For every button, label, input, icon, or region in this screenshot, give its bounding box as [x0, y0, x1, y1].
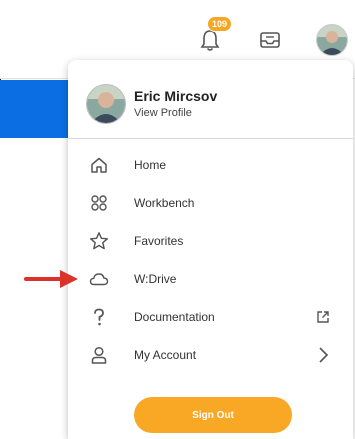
menu-label-my-account: My Account — [134, 348, 197, 362]
menu-label-home: Home — [134, 158, 167, 172]
menu-item-wdrive[interactable]: W:Drive — [68, 262, 353, 296]
workbench-icon — [88, 192, 110, 214]
sign-out-button[interactable]: Sign Out — [134, 397, 292, 433]
notification-badge: 109 — [207, 16, 233, 32]
menu-divider — [68, 138, 353, 139]
user-icon — [88, 344, 110, 366]
menu-item-documentation[interactable]: Documentation — [68, 300, 353, 334]
menu-label-documentation: Documentation — [134, 310, 215, 324]
question-icon — [88, 306, 110, 328]
chevron-right-icon[interactable] — [315, 347, 331, 363]
star-icon — [88, 230, 110, 252]
menu-item-home[interactable]: Home — [68, 148, 353, 182]
profile-name: Eric Mircsov — [134, 88, 218, 104]
red-arrow-annotation — [24, 270, 78, 288]
cloud-icon — [88, 268, 110, 290]
menu-label-favorites: Favorites — [134, 234, 184, 248]
view-profile-link[interactable]: View Profile — [134, 107, 192, 119]
top-avatar[interactable] — [316, 24, 348, 56]
page-header-band — [0, 80, 70, 138]
profile-avatar[interactable] — [86, 84, 126, 124]
home-icon — [88, 154, 110, 176]
menu-item-favorites[interactable]: Favorites — [68, 224, 353, 258]
menu-item-workbench[interactable]: Workbench — [68, 186, 353, 220]
inbox-icon[interactable] — [258, 29, 282, 51]
profile-menu-panel: Eric Mircsov View Profile Home Workbench — [68, 60, 353, 439]
external-link-icon[interactable] — [315, 309, 331, 325]
menu-item-my-account[interactable]: My Account — [68, 338, 353, 372]
menu-label-wdrive: W:Drive — [134, 272, 177, 286]
menu-label-workbench: Workbench — [134, 196, 195, 210]
